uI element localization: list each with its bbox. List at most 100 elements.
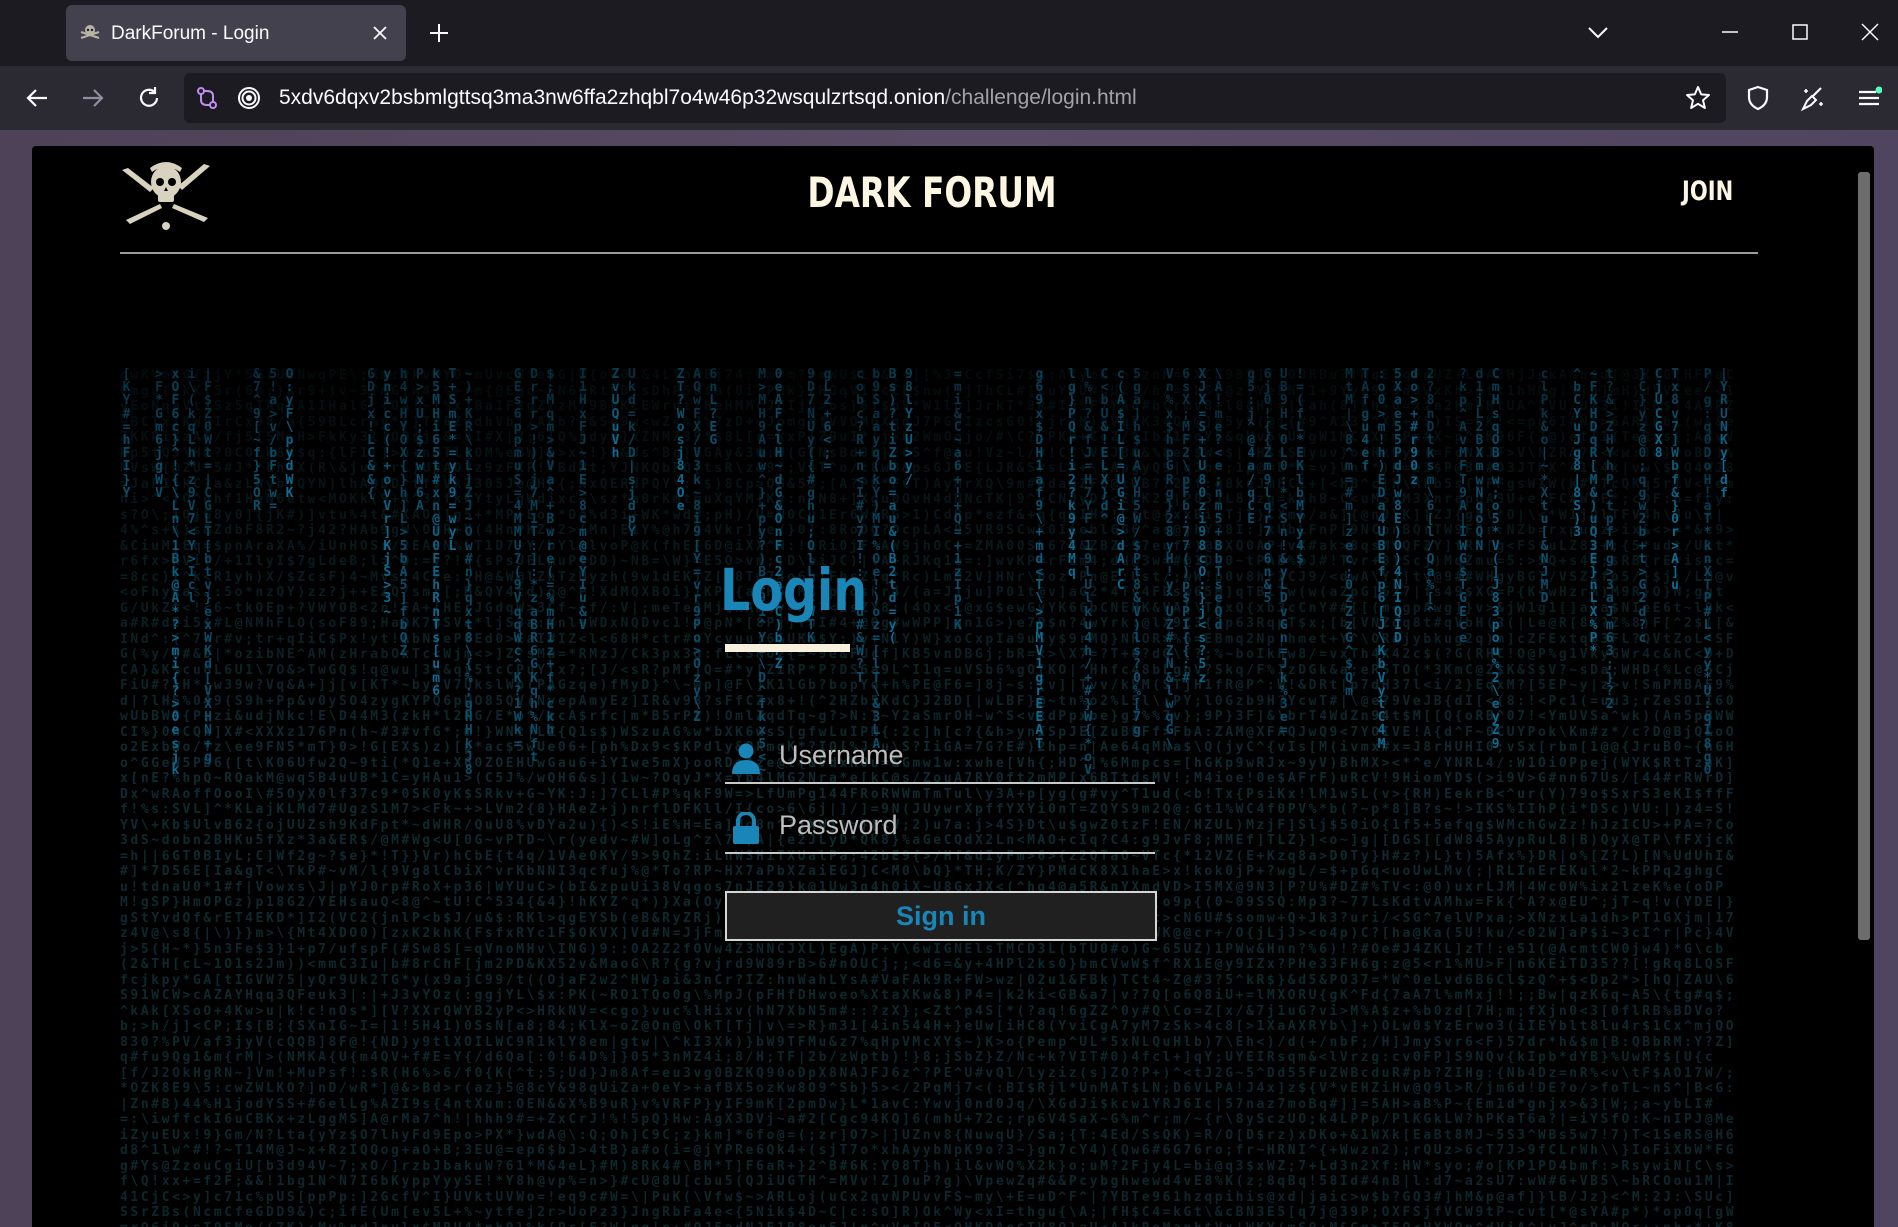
matrix-column: V n % x $ h p G R g } 2 8 y H ! y ^ U Z … — [1165, 368, 1174, 752]
join-link[interactable]: JOIN — [1682, 176, 1733, 207]
matrix-column: G D j x ! L C & & { — [367, 368, 375, 501]
matrix-column: = m i & C ~ a 6 + ! + Q = + 1 z I p 1 K — [953, 368, 962, 633]
scrollbar[interactable] — [1854, 146, 1874, 1227]
matrix-column: C j U C G X 8 — [1654, 368, 1663, 462]
matrix-column: k 5 M H i 6 5 t # x n @ U 0 F E h R n T … — [432, 368, 441, 699]
matrix-column: U k d = k / D | s j d p Y — [627, 368, 636, 541]
matrix-column: \ A ! m e ? < e ; n m 5 + B b T s e Q d — [1214, 368, 1223, 633]
matrix-column: | Y R U N K y [ d f — [1719, 368, 1728, 501]
header-divider — [120, 252, 1758, 254]
matrix-column: T x 8 v 7 ] W b f & } 0 r > A ] u — [1671, 368, 1679, 594]
maximize-icon[interactable] — [1782, 14, 1818, 50]
scrollbar-thumb[interactable] — [1858, 172, 1870, 940]
matrix-column: Z v U Q u V h — [611, 368, 620, 462]
matrix-column: & 7 ^ 9 [ ~ f } 5 O R — [252, 368, 261, 515]
matrix-column: x O F 6 c } ^ ! { \ L n \ 1 B k @ A * ? … — [171, 368, 180, 779]
matrix-column: ? k p ^ A v M F T 9 A | I W G $ T G E c … — [1459, 368, 1467, 647]
matrix-column: 2 ? 8 n D t k s m \ 6 [ l / Q a % [ ^ — [1426, 368, 1435, 620]
matrix-column: d o > + # r 9 0 z — [1410, 368, 1419, 488]
login-title: Login — [720, 556, 868, 624]
matrix-column: l g } P Q r ! i 2 ? k 9 y 4 M q — [1067, 368, 1076, 581]
chevron-down-icon[interactable] — [1582, 18, 1614, 48]
matrix-column: 5 X a e 5 5 P d J w 8 E ) O ) 4 N I Q I … — [1393, 368, 1402, 647]
url-host: 5xdv6dqxv2bsbmlgttsq3ma3nw6ffa2zhqbl7o4w… — [279, 86, 946, 109]
tab-title: DarkForum - Login — [111, 23, 270, 44]
matrix-column: g 6 9 x $ D H 1 a f 9 \ + m d < T \ > p … — [1035, 368, 1044, 752]
matrix-column: l % n ? & f J = H 7 Y F ~ 1 9 l U l k u … — [1084, 368, 1093, 779]
url-path: /challenge/login.html — [945, 86, 1137, 109]
matrix-column: 9 8 l Y z U > y / — [904, 368, 913, 488]
username-field[interactable] — [725, 728, 1155, 784]
tor-favicon — [78, 21, 102, 45]
matrix-column: G E s 6 p p m u S = 4 M M U 7 ( 9 V q q … — [513, 368, 522, 752]
matrix-column: t ? & > Z H Y h P c t p f M g > 3 a J m … — [1605, 368, 1614, 713]
matrix-column: M t M | \ 8 ^ m = # m ] z e c ; 0 z Z z … — [1345, 368, 1353, 699]
tor-circuit-icon[interactable] — [194, 85, 220, 111]
password-field[interactable] — [725, 798, 1155, 854]
url-text[interactable]: 5xdv6dqxv2bsbmlgttsq3ma3nw6ffa2zhqbl7o4w… — [279, 86, 1137, 110]
matrix-column: P / g : q 0 D o H ! a T * k n X T P # L … — [1703, 368, 1712, 779]
matrix-column: U B 9 H < 0 L 0 : * < S n ! & y L D v G … — [1279, 368, 1288, 739]
matrix-column: 5 g a ] h $ u A y H 5 W / $ P t 8 & V ) … — [1133, 368, 1141, 739]
matrix-column: C m H s q O B e w ; o 5 * V ( ] J 8 3 p … — [1491, 368, 1500, 752]
browser-titlebar: DarkForum - Login — [0, 0, 1898, 66]
login-title-underline — [725, 644, 850, 652]
matrix-column: : o 0 > m ! h ) E D a 4 U B E f p 6 [ J … — [1377, 368, 1386, 752]
matrix-column: g 5 : j ^ @ 4 a / q C E — [1247, 368, 1256, 528]
matrix-column: A Q w F X / V 3 k ~ 8 i 9 [ Y = v r 9 P … — [693, 368, 701, 726]
forward-arrow-icon[interactable] — [74, 79, 112, 117]
matrix-column: $ ; M q m > & V a ^ + B w r e ( = % m H … — [546, 368, 555, 739]
matrix-column: P > x U ; $ z w N 6 A — [415, 368, 424, 515]
matrix-column: > F * G m 6 j g W V — [155, 368, 163, 501]
matrix-column: i \ ( k q L h * z 9 V 7 < Y > I c l — [187, 368, 196, 607]
matrix-column: T + S m E * = y k 9 = w y L — [448, 368, 457, 554]
username-input[interactable] — [777, 734, 1151, 776]
matrix-column: 5 ! a > v / b F t w = — [269, 368, 278, 515]
matrix-column: X J X = S + l U 8 0 z i 9 8 c O : } j < … — [1198, 368, 1207, 686]
matrix-column: c ( A $ I L [ = U G i @ > d A r C — [1116, 368, 1125, 594]
minimize-icon[interactable] — [1712, 14, 1748, 50]
matrix-column: b 9 S a a y q ( k Y ) M I % O e ! ) o z … — [872, 368, 881, 752]
url-bar[interactable]: 5xdv6dqxv2bsbmlgttsq3ma3nw6ffa2zhqbl7o4w… — [184, 73, 1726, 123]
matrix-column: ! = ( f L * E K l b M Y y 4 $ — [1296, 368, 1304, 567]
star-icon[interactable] — [1685, 85, 1711, 111]
window-close-icon[interactable] — [1852, 14, 1888, 50]
matrix-column: 0 e A F c l H ~ d G & O n F c 2 a U C ) … — [774, 368, 783, 673]
matrix-column: [ K Y # = h F I } Y — [122, 368, 131, 501]
matrix-column: B s ) ? t i Z b o = a u & ( B 2 t d = y … — [888, 368, 897, 647]
password-input[interactable] — [777, 804, 1151, 846]
matrix-column: I 1 H x F J ~ 1 E > 8 c m @ e Y I u & V — [578, 368, 587, 633]
matrix-column: 6 j 0 ! { { Z m 9 l q r 7 o 6 n & 5 — [1263, 368, 1272, 607]
back-arrow-icon[interactable] — [18, 79, 56, 117]
matrix-column: g L 2 + 6 < ; = — [823, 368, 832, 475]
matrix-column: } C } y z @ 0 ; q g w 2 b + t > G 2 d ? … — [1638, 368, 1647, 647]
reload-icon[interactable] — [130, 79, 168, 117]
user-icon — [731, 742, 761, 774]
broom-icon[interactable] — [1794, 79, 1832, 117]
matrix-column: c o b c ? R + n < I # v 7 I ! : : J d # … — [856, 368, 864, 686]
matrix-column: ~ F K H D q R [ M & ) u Q 3 E } n L X % … — [1589, 368, 1598, 660]
matrix-column: ^ b C Y u J g 8 | 8 S ) 3 — [1573, 368, 1582, 541]
matrix-column: C < b U & ! E L X } d ^ — [1100, 368, 1109, 528]
matrix-column: 6 s X ; M F 2 \ p F b : 7 7 ( ) p $ P I … — [1182, 368, 1190, 686]
menu-icon[interactable] — [1850, 79, 1888, 117]
matrix-column: c l P k & o | ~ * X t u [ & N J M D — [1540, 368, 1549, 607]
matrix-column: 6 n L ? E G — [709, 368, 718, 449]
matrix-column: h 4 w H Y O X { } h ] L > 5 b A 5 ] f b … — [399, 368, 408, 660]
sign-in-button[interactable]: Sign in — [725, 891, 1157, 941]
matrix-column: y n i c c ( ! + o v V r ] K j S > 3 ~ — [383, 368, 392, 620]
matrix-column: O : y F \ p y d W K — [285, 368, 294, 501]
shield-icon[interactable] — [1739, 79, 1777, 117]
browser-tab-active[interactable]: DarkForum - Login — [66, 5, 406, 61]
pirate-skull-logo[interactable] — [120, 156, 216, 232]
matrix-column: T A f g u 4 e f — [1361, 368, 1370, 475]
matrix-column: ~ ) + K R \ k L ] Z J ~ O w # n } q x t … — [464, 368, 473, 779]
browser-navbar: 5xdv6dqxv2bsbmlgttsq3ma3nw6ffa2zhqbl7o4w… — [0, 66, 1898, 130]
matrix-column: Z T ? W o s j 8 4 O e — [676, 368, 685, 515]
plus-icon[interactable] — [422, 16, 456, 50]
matrix-column: | F $ Z 0 W t = | C G L T [ b t v } e x … — [204, 368, 212, 765]
close-icon[interactable] — [366, 19, 394, 47]
lock-icon — [731, 811, 761, 844]
page-viewport: qwKVmsG{zjY*5GrU6NwqPE\;Km:Qkv6YO^mUvcN*… — [0, 130, 1898, 1227]
onion-icon[interactable] — [236, 85, 262, 111]
